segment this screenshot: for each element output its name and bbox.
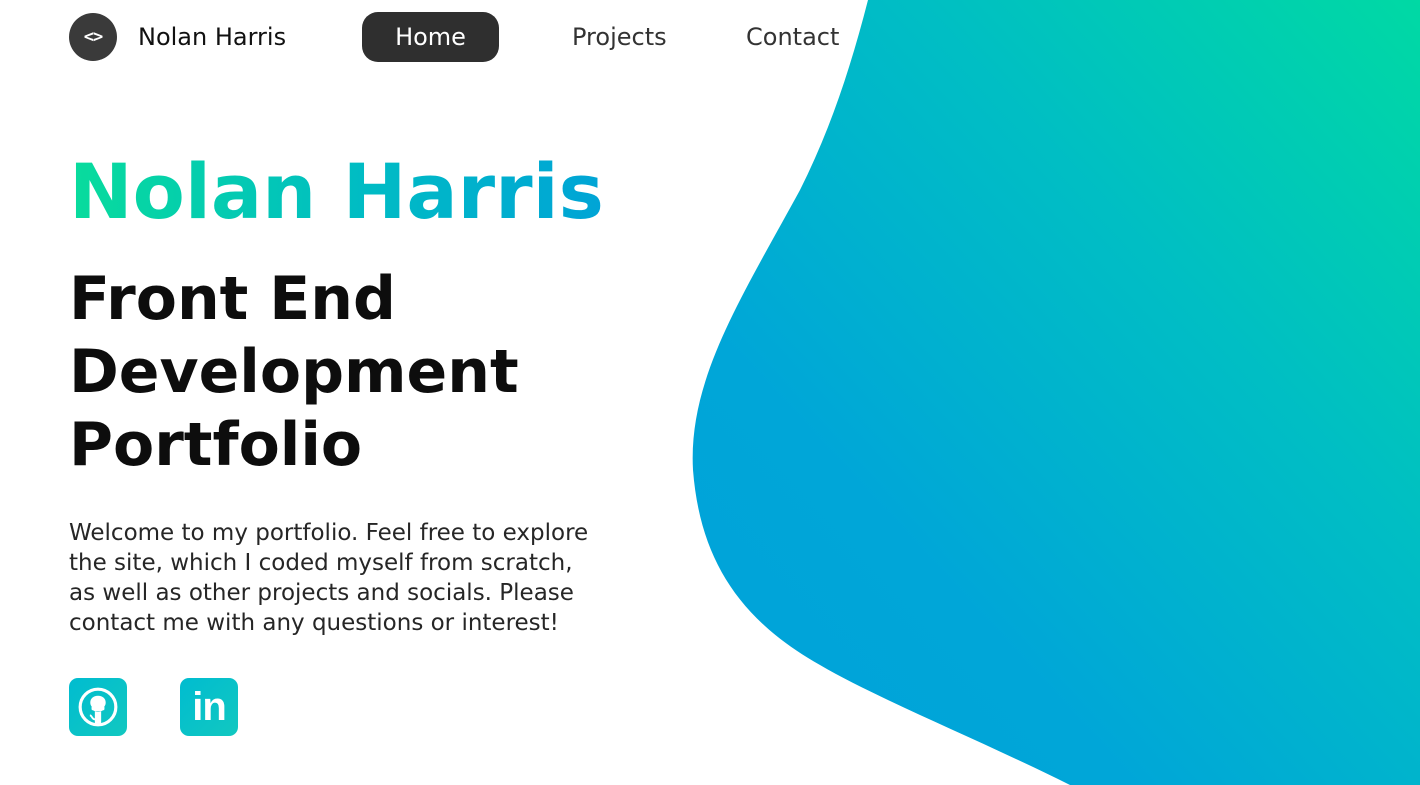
hero-heading: Front End Development Portfolio — [69, 263, 629, 482]
nav-home-link[interactable]: Home — [362, 12, 499, 62]
nav-projects-link[interactable]: Projects — [572, 12, 667, 62]
intro-line: Welcome to my portfolio. Feel free to ex… — [69, 520, 589, 546]
hero-name-title: Nolan Harris — [69, 147, 604, 236]
logo-badge[interactable]: <> — [69, 13, 117, 61]
intro-line: contact me with any questions or interes… — [69, 610, 559, 636]
hero-heading-line: Front End — [69, 264, 396, 334]
intro-line: the site, which I coded myself from scra… — [69, 550, 573, 576]
nav-contact-link[interactable]: Contact — [746, 12, 839, 62]
brand-name[interactable]: Nolan Harris — [138, 21, 286, 53]
code-brackets-icon: <> — [83, 27, 104, 47]
intro-paragraph: Welcome to my portfolio. Feel free to ex… — [69, 518, 649, 638]
portfolio-page: <> Nolan Harris Home Projects Contact No… — [0, 0, 1420, 785]
intro-line: as well as other projects and socials. P… — [69, 580, 574, 606]
hero-heading-line: Development — [69, 337, 519, 407]
hero-heading-line: Portfolio — [69, 410, 363, 480]
linkedin-icon: in — [192, 685, 227, 729]
github-link-button[interactable] — [69, 678, 127, 736]
github-icon — [78, 687, 118, 727]
linkedin-link-button[interactable]: in — [180, 678, 238, 736]
